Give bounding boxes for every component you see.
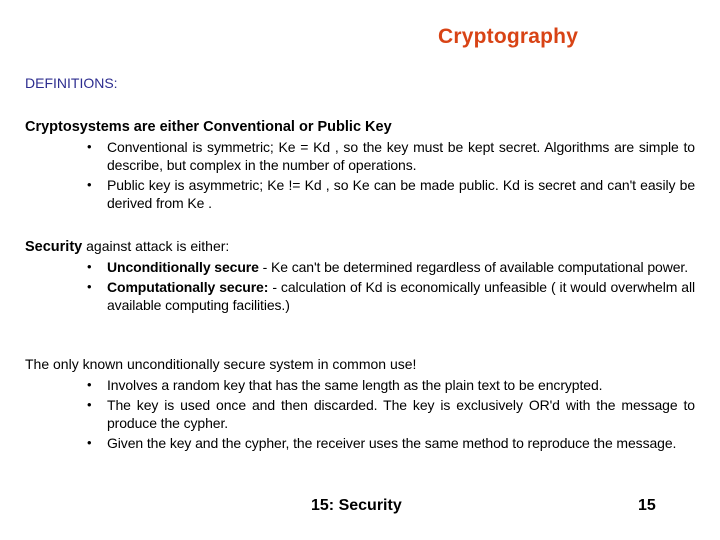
- bullet-icon: •: [87, 177, 92, 192]
- bullet-icon: •: [87, 377, 92, 392]
- section-one-time-pad: The only known unconditionally secure sy…: [25, 355, 695, 452]
- list-item: • The key is used once and then discarded…: [25, 396, 695, 432]
- heading-text: against attack is either:: [82, 238, 230, 254]
- bullet-icon: •: [87, 435, 92, 450]
- list-item: • Involves a random key that has the same…: [25, 376, 695, 394]
- slide-title: Cryptography: [438, 25, 579, 48]
- item-text: Involves a random key that has the same …: [107, 377, 603, 393]
- item-text: - Ke can't be determined regardless of a…: [258, 259, 688, 275]
- list-item: • Conventional is symmetric; Ke = Kd , so…: [25, 138, 695, 174]
- bullet-list: • Unconditionally secure - Ke can't be de…: [25, 258, 695, 314]
- bullet-icon: •: [87, 139, 92, 154]
- heading-text: The only known unconditionally secure sy…: [25, 356, 417, 372]
- item-text: The key is used once and then discarded.…: [107, 397, 695, 431]
- section-heading: The only known unconditionally secure sy…: [25, 355, 695, 374]
- section-heading: Cryptosystems are either Conventional or…: [25, 117, 695, 136]
- bullet-icon: •: [87, 259, 92, 274]
- footer-label: 15: Security: [311, 497, 402, 514]
- page-number: 15: [638, 497, 656, 514]
- section-security: Security against attack is either: • Unco…: [25, 237, 695, 314]
- bullet-icon: •: [87, 397, 92, 412]
- item-text: Given the key and the cypher, the receiv…: [107, 435, 677, 451]
- heading-bold: Cryptosystems are either Conventional or…: [25, 119, 392, 135]
- list-item: • Computationally secure: - calculation o…: [25, 278, 695, 314]
- bullet-list: • Involves a random key that has the same…: [25, 376, 695, 452]
- item-bold: Unconditionally secure: [107, 259, 259, 275]
- list-item: • Unconditionally secure - Ke can't be de…: [25, 258, 695, 276]
- heading-bold: Security: [25, 239, 83, 255]
- list-item: • Given the key and the cypher, the recei…: [25, 434, 695, 452]
- bullet-list: • Conventional is symmetric; Ke = Kd , so…: [25, 138, 695, 212]
- item-text: Public key is asymmetric; Ke != Kd , so …: [107, 177, 695, 211]
- bullet-icon: •: [87, 279, 92, 294]
- section-cryptosystems: Cryptosystems are either Conventional or…: [25, 117, 695, 212]
- list-item: • Public key is asymmetric; Ke != Kd , so…: [25, 176, 695, 212]
- item-text: Conventional is symmetric; Ke = Kd , so …: [107, 139, 695, 173]
- item-bold: Computationally secure:: [107, 279, 269, 295]
- section-label: DEFINITIONS:: [25, 75, 118, 91]
- section-heading: Security against attack is either:: [25, 237, 695, 256]
